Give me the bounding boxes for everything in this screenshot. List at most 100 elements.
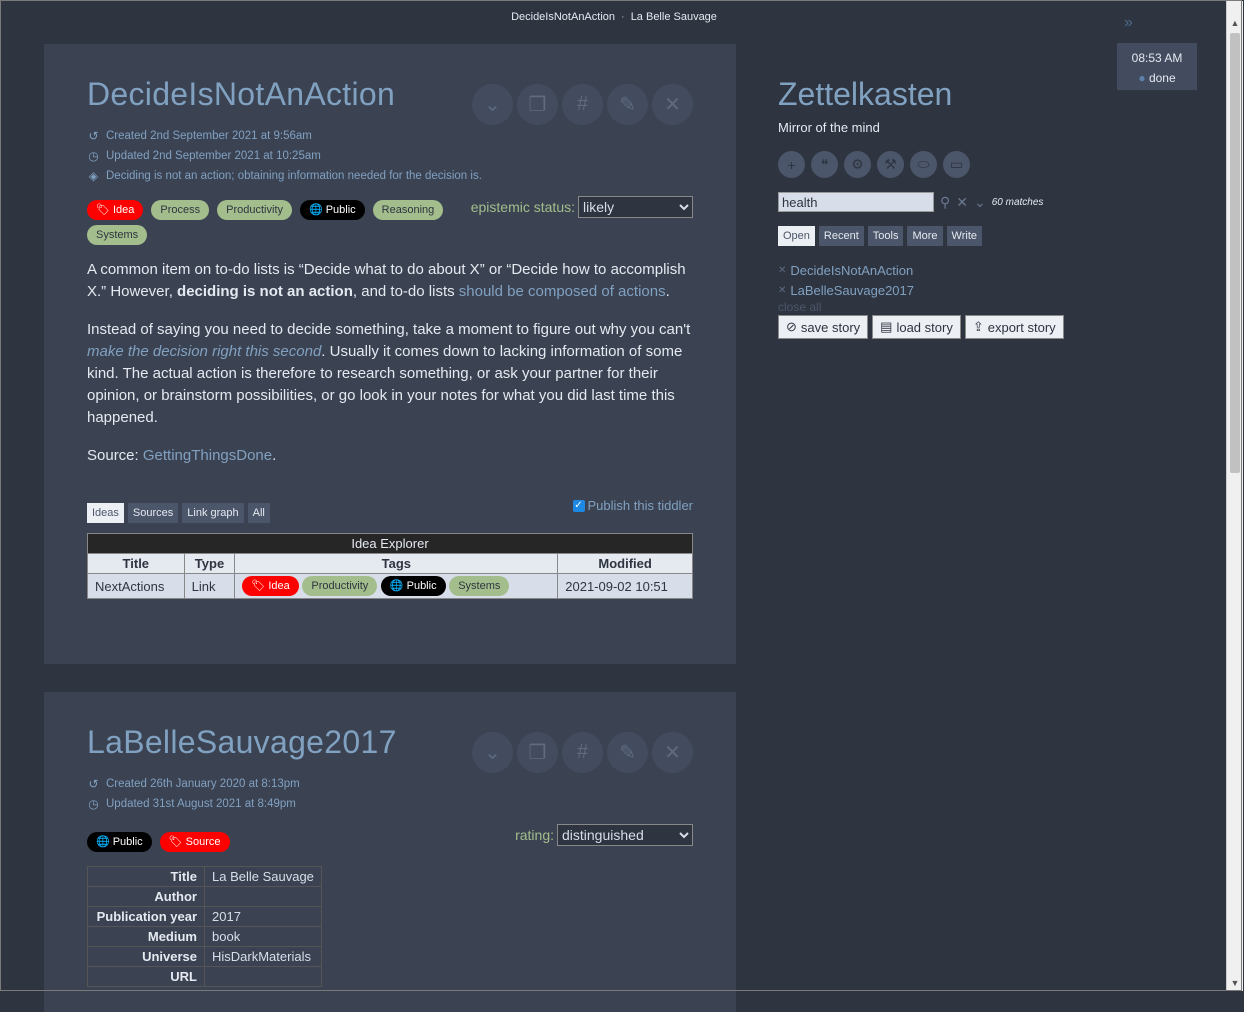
- col-title[interactable]: Title: [87, 553, 185, 574]
- edit-button[interactable]: ✎: [607, 84, 648, 125]
- link-composed-of-actions[interactable]: should be composed of actions: [459, 283, 666, 300]
- tab-write[interactable]: Write: [946, 226, 982, 246]
- info-key: URL: [87, 966, 205, 987]
- tag-icon[interactable]: ⬭: [910, 151, 937, 178]
- created-date: Created 2nd September 2021 at 9:56am: [106, 130, 312, 142]
- close-button[interactable]: ✕: [652, 84, 693, 125]
- sidebar-toggle-icon[interactable]: »: [1124, 14, 1133, 32]
- close-button[interactable]: ✕: [652, 732, 693, 773]
- row-tag-productivity[interactable]: Productivity: [302, 576, 378, 596]
- tools-icon[interactable]: ⚒: [877, 151, 904, 178]
- tab-more[interactable]: More: [907, 226, 943, 246]
- rating-field: rating: distinguished: [515, 824, 693, 846]
- rating-label: rating:: [515, 827, 554, 843]
- save-story-button[interactable]: ⊘ save story: [778, 315, 869, 339]
- permalink-button[interactable]: #: [562, 84, 603, 125]
- tag-icon: 🏷: [96, 204, 110, 216]
- scroll-up-icon[interactable]: ▲: [1227, 15, 1243, 31]
- row-tag-public[interactable]: 🌐 Public: [380, 576, 446, 596]
- tag-process[interactable]: Process: [151, 200, 210, 220]
- story-river: DecideIsNotAnAction ⌄ ❐ # ✎ ✕ ↺ Created 2…: [44, 44, 736, 1012]
- search-icon[interactable]: ⚲: [940, 194, 950, 211]
- col-tags[interactable]: Tags: [234, 553, 559, 574]
- explorer-caption: Idea Explorer: [87, 533, 693, 554]
- tab-tools[interactable]: Tools: [867, 226, 904, 246]
- globe-icon: 🌐: [389, 580, 404, 592]
- info-value: [204, 966, 322, 987]
- tag-idea[interactable]: 🏷 Idea: [87, 200, 144, 220]
- row-modified: 2021-09-02 10:51: [557, 573, 693, 599]
- inbox-icon[interactable]: ▭: [943, 151, 970, 178]
- tag-list: 🏷 Idea Process Productivity 🌐 Public Reaso…: [87, 200, 487, 245]
- clock-time: 08:53 AM: [1131, 51, 1183, 65]
- tag-public[interactable]: 🌐 Public: [87, 832, 152, 852]
- scrollbar-thumb[interactable]: [1230, 33, 1240, 473]
- info-value: La Belle Sauvage: [204, 866, 322, 887]
- row-tag-systems[interactable]: Systems: [449, 576, 510, 596]
- close-icon[interactable]: ✕: [778, 265, 786, 276]
- row-title[interactable]: NextActions: [87, 573, 185, 599]
- info-key: Author: [87, 886, 205, 907]
- publish-label: Publish this tiddler: [587, 498, 694, 513]
- tab-open[interactable]: Open: [778, 226, 815, 246]
- page-controls: + ❝ ⚙ ⚒ ⬭ ▭: [778, 151, 1198, 178]
- col-type[interactable]: Type: [183, 553, 236, 574]
- open-item-link[interactable]: LaBelleSauvage2017: [790, 283, 914, 298]
- tab-sources[interactable]: Sources: [127, 503, 179, 523]
- tag-source[interactable]: 🏷 Source: [159, 832, 230, 852]
- tab-link-graph[interactable]: Link graph: [182, 503, 244, 523]
- history-icon: ↺: [88, 129, 99, 143]
- more-actions-button[interactable]: ⌄: [472, 84, 513, 125]
- rating-select[interactable]: distinguished: [557, 824, 693, 846]
- close-all-button[interactable]: close all: [778, 300, 1198, 314]
- source-info-table: Title La Belle Sauvage Author Publication…: [87, 866, 322, 987]
- universe-link[interactable]: HisDarkMaterials: [204, 946, 322, 967]
- gear-icon[interactable]: ⚙: [844, 151, 871, 178]
- publish-checkbox[interactable]: ✓: [572, 499, 585, 512]
- quote-icon[interactable]: ❝: [811, 151, 838, 178]
- load-story-button[interactable]: ▤ load story: [872, 315, 961, 339]
- tab-all[interactable]: All: [247, 503, 270, 523]
- tag-icon: 🏷: [251, 580, 266, 592]
- search-input[interactable]: [778, 192, 934, 212]
- link-decision-right-now[interactable]: make the decision right this second: [87, 343, 321, 360]
- tab-ideas[interactable]: Ideas: [87, 503, 124, 523]
- clear-search-icon[interactable]: ✕: [956, 194, 968, 211]
- list-icon: ▤: [880, 319, 893, 334]
- export-story-button[interactable]: ⇪ export story: [964, 315, 1064, 339]
- tag-reasoning[interactable]: Reasoning: [372, 200, 444, 220]
- tiddler-controls: ⌄ ❐ # ✎ ✕: [472, 732, 693, 773]
- tiddler-meta: ↺ Created 26th January 2020 at 8:13pm ◷ Up…: [87, 774, 693, 814]
- tag-icon: 🏷: [168, 836, 183, 848]
- close-icon[interactable]: ✕: [778, 285, 786, 296]
- clone-button[interactable]: ❐: [517, 84, 558, 125]
- tag-list: 🌐 Public 🏷 Source: [87, 832, 487, 852]
- epistemic-status-select[interactable]: likely: [578, 196, 693, 218]
- tiddler-labellesauvage: LaBelleSauvage2017 ⌄ ❐ # ✎ ✕ ↺ Created 26…: [44, 692, 736, 1012]
- chevron-down-icon[interactable]: ⌄: [974, 194, 986, 211]
- tab-recent[interactable]: Recent: [818, 226, 864, 246]
- scrollbar[interactable]: ▲ ▼: [1226, 1, 1243, 991]
- tag-systems[interactable]: Systems: [87, 225, 148, 245]
- more-actions-button[interactable]: ⌄: [472, 732, 513, 773]
- link-getting-things-done[interactable]: GettingThingsDone: [143, 447, 272, 464]
- check-circle-icon: ⊘: [786, 319, 797, 334]
- publish-toggle[interactable]: ✓ Publish this tiddler: [572, 498, 694, 513]
- tiddler-controls: ⌄ ❐ # ✎ ✕: [472, 84, 693, 125]
- row-tag-idea[interactable]: 🏷 Idea: [242, 576, 299, 596]
- row-type: Link: [183, 573, 236, 599]
- tag-public[interactable]: 🌐 Public: [300, 200, 365, 220]
- updated-date: Updated 31st August 2021 at 8:49pm: [106, 798, 296, 810]
- permalink-button[interactable]: #: [562, 732, 603, 773]
- window-title-right: La Belle Sauvage: [630, 10, 717, 23]
- list-item: ✕ DecideIsNotAnAction: [778, 260, 1198, 280]
- new-tiddler-icon[interactable]: +: [778, 151, 805, 178]
- site-title[interactable]: Zettelkasten: [778, 70, 1198, 118]
- scroll-down-icon[interactable]: ▼: [1227, 975, 1243, 991]
- history-icon: ↺: [88, 777, 99, 791]
- col-modified[interactable]: Modified: [557, 553, 693, 574]
- open-item-link[interactable]: DecideIsNotAnAction: [790, 263, 913, 278]
- clone-button[interactable]: ❐: [517, 732, 558, 773]
- tag-productivity[interactable]: Productivity: [217, 200, 292, 220]
- edit-button[interactable]: ✎: [607, 732, 648, 773]
